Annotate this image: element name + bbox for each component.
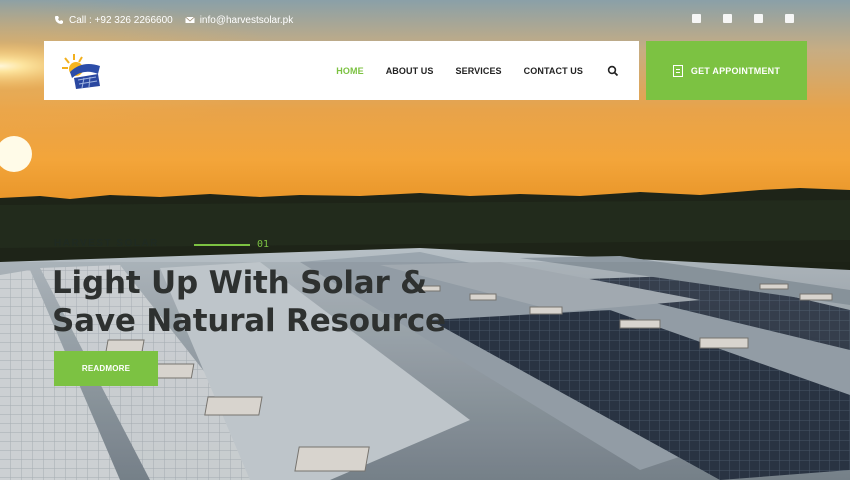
nav-item-home[interactable]: HOME xyxy=(336,66,363,76)
social-links xyxy=(692,14,794,23)
search-icon[interactable] xyxy=(607,65,619,77)
email-text: info@harvestsolar.pk xyxy=(199,14,294,26)
facebook-icon[interactable] xyxy=(692,14,701,23)
nav-item-services[interactable]: SERVICES xyxy=(456,66,502,76)
slide-number: 01 xyxy=(257,239,270,250)
hero-headline: Light Up With Solar & Save Natural Resou… xyxy=(52,264,446,340)
envelope-icon xyxy=(184,16,195,23)
nav-item-contact-us[interactable]: CONTACT US xyxy=(524,66,583,76)
headline-line-1: Light Up With Solar & xyxy=(52,265,427,301)
nav-item-about-us[interactable]: ABOUT US xyxy=(386,66,434,76)
headline-line-2: Save Natural Resource xyxy=(52,303,446,339)
slide-indicator-line xyxy=(194,244,250,246)
top-contact-bar: Call : +92 326 2266600 info@harvestsolar… xyxy=(54,10,794,30)
phone-contact[interactable]: Call : +92 326 2266600 xyxy=(54,15,173,26)
readmore-button[interactable]: READMORE xyxy=(54,351,158,386)
harvest-solar-logo[interactable] xyxy=(62,52,102,90)
email-icon[interactable] xyxy=(754,14,763,23)
get-appointment-button[interactable]: GET APPOINTMENT xyxy=(646,41,807,100)
menu-links: HOME ABOUT US SERVICES CONTACT US xyxy=(314,41,619,100)
linkedin-icon[interactable] xyxy=(785,14,794,23)
get-appointment-label: GET APPOINTMENT xyxy=(690,65,781,76)
hero-kicker: HARVEST SOLAR xyxy=(54,238,159,249)
twitter-icon[interactable] xyxy=(723,14,732,23)
main-navigation: HOME ABOUT US SERVICES CONTACT US xyxy=(44,41,639,100)
document-icon xyxy=(672,64,683,77)
phone-text: Call : +92 326 2266600 xyxy=(69,14,173,26)
phone-icon xyxy=(55,16,63,24)
email-contact[interactable]: info@harvestsolar.pk xyxy=(184,14,294,26)
